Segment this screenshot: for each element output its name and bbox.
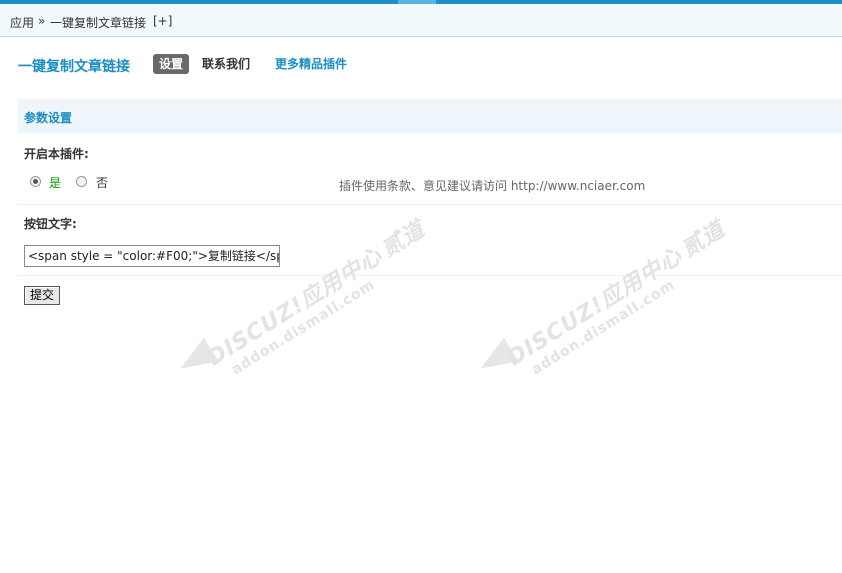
button-text-label: 按钮文字:	[24, 217, 77, 231]
breadcrumb-current[interactable]: 一键复制文章链接	[50, 14, 146, 31]
add-shortcut-link[interactable]: [+]	[153, 14, 172, 28]
submit-button[interactable]: 提交	[24, 286, 60, 305]
row-divider	[18, 275, 842, 276]
watermark: DISCUZ!应用中心 贰道 addon.dismall.com	[500, 212, 739, 386]
watermark-brand: DISCUZ!应用中心	[503, 243, 688, 372]
enable-yes-radio[interactable]	[30, 176, 41, 187]
row-divider	[18, 204, 842, 205]
section-title: 参数设置	[24, 111, 73, 125]
enable-plugin-label: 开启本插件:	[24, 147, 89, 161]
breadcrumb-separator: »	[38, 14, 46, 28]
watermark-domain: addon.dismall.com	[528, 276, 679, 379]
enable-no-radio[interactable]	[76, 176, 87, 187]
button-text-input[interactable]: <span style = "color:#F00;">复制链接</span>	[24, 245, 280, 267]
plugin-nav: 一键复制文章链接 设置 联系我们 更多精品插件	[0, 54, 842, 76]
enable-no-label[interactable]: 否	[96, 174, 108, 191]
help-text: 插件使用条款、意见建议请访问 http://www.nciaer.com	[339, 179, 646, 193]
tab-settings[interactable]: 设置	[153, 54, 190, 74]
enable-yes-label[interactable]: 是	[49, 174, 61, 191]
section-header: 参数设置	[18, 99, 842, 133]
breadcrumb-root[interactable]: 应用	[10, 14, 34, 31]
plugin-title: 一键复制文章链接	[18, 59, 130, 75]
watermark: DISCUZ!应用中心 贰道 addon.dismall.com	[200, 212, 439, 386]
tab-more-plugins[interactable]: 更多精品插件	[269, 54, 353, 74]
tab-contact[interactable]: 联系我们	[196, 54, 256, 74]
breadcrumb: 应用 » 一键复制文章链接 [+]	[0, 4, 842, 37]
